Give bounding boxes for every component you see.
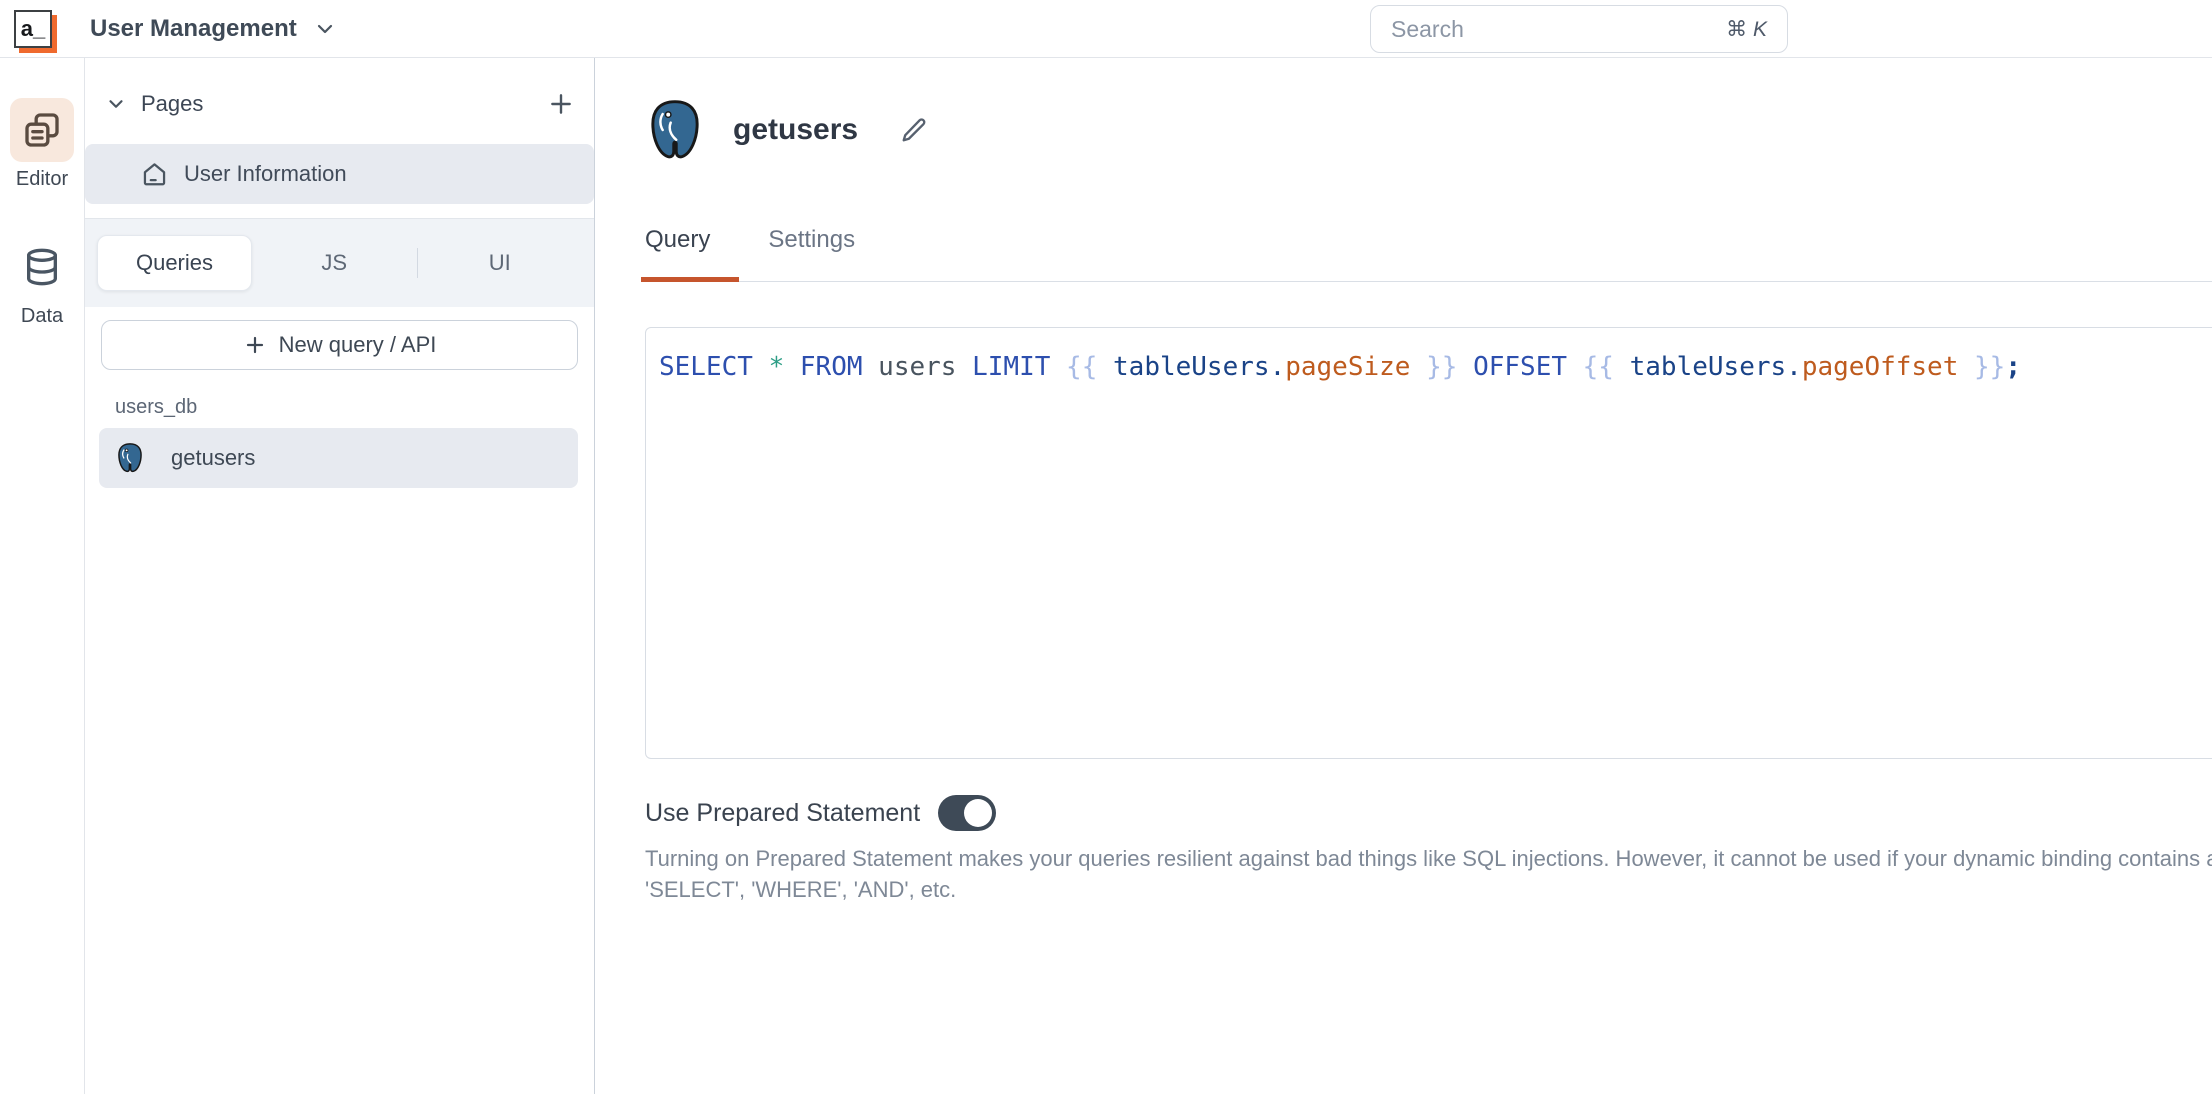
chevron-down-icon[interactable]: [313, 17, 337, 41]
rail-item-editor[interactable]: Editor: [10, 98, 74, 191]
postgresql-icon: [115, 442, 145, 474]
rail-label-data: Data: [20, 305, 64, 327]
home-icon: [141, 161, 168, 188]
entity-tabs: Queries JS UI: [85, 219, 594, 307]
tab-query-label: Query: [645, 226, 711, 253]
app-title[interactable]: User Management: [90, 15, 297, 43]
query-item-getusers[interactable]: getusers: [99, 428, 578, 488]
pages-title: Pages: [141, 91, 204, 116]
sql-editor[interactable]: SELECT * FROM users LIMIT {{ tableUsers.…: [645, 327, 2212, 759]
datasource-group-label: users_db: [115, 396, 198, 418]
database-icon: [10, 235, 74, 299]
sql-code-line: SELECT * FROM users LIMIT {{ tableUsers.…: [659, 352, 2021, 382]
query-header: getusers: [645, 98, 2212, 162]
plus-icon: [243, 333, 267, 357]
toggle-knob: [964, 799, 993, 827]
sidebar-item-user-information[interactable]: User Information: [85, 144, 594, 204]
tab-ui[interactable]: UI: [418, 250, 583, 276]
tab-settings[interactable]: Settings: [768, 226, 855, 282]
app-shell: Editor Data Pages User Information Queri…: [0, 58, 2212, 1094]
query-settings-tabs: Query Settings: [640, 226, 2212, 282]
search-input[interactable]: Search ⌘ K: [1370, 5, 1788, 53]
description-line-1: Turning on Prepared Statement makes your…: [645, 846, 2212, 871]
description-line-2: 'SELECT', 'WHERE', 'AND', etc.: [645, 877, 957, 902]
edit-pencil-icon[interactable]: [900, 116, 928, 144]
tab-settings-label: Settings: [768, 226, 856, 253]
tab-js-label: JS: [321, 250, 348, 275]
tab-queries-label: Queries: [135, 250, 214, 275]
tab-query[interactable]: Query: [640, 226, 740, 282]
new-query-button[interactable]: New query / API: [101, 320, 578, 370]
pages-header: Pages: [85, 88, 594, 120]
page-item-label: User Information: [184, 161, 347, 186]
left-rail: Editor Data: [0, 58, 85, 1094]
tab-queries[interactable]: Queries: [97, 235, 252, 291]
rail-label-editor: Editor: [15, 168, 69, 190]
rail-item-data[interactable]: Data: [10, 235, 74, 328]
prepared-statement-label: Use Prepared Statement: [645, 798, 921, 827]
chevron-down-icon[interactable]: [105, 93, 127, 115]
tab-js[interactable]: JS: [252, 250, 417, 276]
add-page-button[interactable]: [548, 91, 574, 117]
prepared-statement-description: Turning on Prepared Statement makes your…: [645, 843, 2212, 905]
app-logo-text: a_: [20, 15, 46, 41]
prepared-statement-row: Use Prepared Statement: [645, 795, 2212, 831]
tabs-divider: [645, 281, 2212, 282]
app-logo[interactable]: a_: [14, 9, 52, 48]
new-query-label: New query / API: [278, 332, 437, 357]
search-shortcut: ⌘ K: [1726, 17, 1767, 41]
query-title: getusers: [733, 113, 859, 146]
tab-ui-label: UI: [488, 250, 511, 275]
sidebar-panel: Pages User Information Queries JS UI New…: [85, 58, 595, 1094]
postgresql-icon: [645, 98, 705, 162]
top-bar: a_ User Management Search ⌘ K: [0, 0, 2212, 58]
query-item-label: getusers: [171, 445, 256, 470]
prepared-statement-toggle[interactable]: [938, 795, 997, 831]
search-placeholder: Search: [1391, 15, 1464, 42]
editor-pages-icon: [10, 98, 74, 162]
main-pane: getusers Query Settings SELECT * FROM us…: [595, 58, 2212, 1094]
